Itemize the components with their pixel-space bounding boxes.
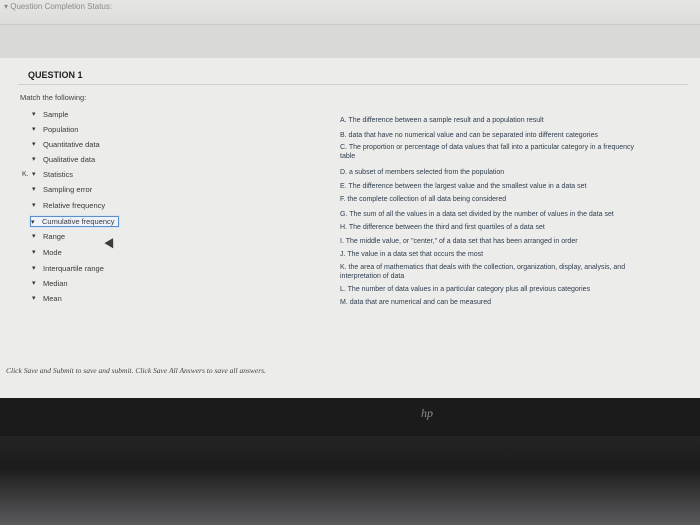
match-label: Statistics — [43, 169, 74, 179]
definition-m: M. data that are numerical and can be me… — [340, 299, 491, 306]
match-label: Qualitative data — [43, 154, 96, 164]
match-row-sample[interactable]: ▾ Sample — [22, 108, 68, 120]
definition-e: E. The difference between the largest va… — [340, 183, 587, 190]
chevron-down-icon[interactable]: ▾ — [32, 201, 40, 209]
collapse-icon: ▾ — [4, 2, 9, 11]
match-label: Sampling error — [43, 184, 93, 194]
chevron-down-icon[interactable]: ▾ — [32, 279, 40, 287]
match-row-relative-frequency[interactable]: ▾ Relative frequency — [22, 199, 105, 211]
focused-dropdown[interactable]: ▾ Cumulative frequency — [30, 215, 119, 227]
top-bar: ▾ Question Completion Status: — [0, 0, 700, 25]
definition-a: A. The difference between a sample resul… — [340, 117, 544, 124]
match-row-mode[interactable]: ▾ Mode — [22, 246, 62, 258]
completion-status[interactable]: ▾ Question Completion Status: — [4, 2, 112, 11]
definition-g: G. The sum of all the values in a data s… — [340, 211, 614, 218]
match-row-median[interactable]: ▾ Median — [22, 277, 68, 289]
question-title: QUESTION 1 — [28, 70, 83, 80]
match-row-statistics[interactable]: K. ▾ Statistics — [22, 168, 73, 180]
definition-b: B. data that have no numerical value and… — [340, 132, 598, 139]
match-row-sampling-error[interactable]: ▾ Sampling error — [22, 183, 92, 195]
match-row-cumulative-frequency[interactable]: ▾ Cumulative frequency — [18, 215, 119, 227]
match-row-quantitative-data[interactable]: ▾ Quantitative data — [22, 138, 100, 150]
match-label: Relative frequency — [43, 200, 106, 210]
definition-h: H. The difference between the third and … — [340, 224, 545, 231]
definition-d: D. a subset of members selected from the… — [340, 169, 505, 176]
match-label: Sample — [43, 109, 69, 119]
laptop-bezel-top — [0, 398, 700, 436]
match-label: Mode — [43, 247, 62, 257]
definition-f: F. the complete collection of all data b… — [340, 196, 507, 203]
match-label: Quantitative data — [43, 139, 100, 149]
match-row-population[interactable]: ▾ Population — [22, 123, 78, 135]
hp-logo: hp — [421, 406, 433, 420]
match-label: Interquartile range — [43, 263, 104, 273]
match-label: Population — [43, 124, 79, 134]
chevron-down-icon[interactable]: ▾ — [32, 155, 40, 163]
chevron-down-icon[interactable]: ▾ — [32, 140, 40, 148]
match-row-range[interactable]: ▾ Range — [22, 230, 65, 242]
completion-status-label: Question Completion Status: — [10, 2, 113, 11]
definition-l: L. The number of data values in a partic… — [340, 286, 591, 293]
chevron-down-icon[interactable]: ▾ — [32, 294, 40, 302]
selected-answer: K. — [22, 170, 29, 178]
chevron-down-icon[interactable]: ▾ — [32, 248, 40, 256]
save-instructions: Click Save and Submit to save and submit… — [6, 366, 266, 375]
question-header: QUESTION 1 — [18, 66, 688, 85]
chevron-down-icon[interactable]: ▾ — [32, 232, 40, 240]
chevron-down-icon[interactable]: ▾ — [32, 110, 40, 118]
match-row-interquartile-range[interactable]: ▾ Interquartile range — [22, 262, 104, 274]
match-label: Median — [43, 278, 68, 288]
definition-k: K. the area of mathematics that deals wi… — [340, 264, 626, 280]
match-label: Range — [43, 231, 66, 241]
match-label: Mean — [43, 293, 62, 303]
chevron-down-icon[interactable]: ▾ — [32, 170, 40, 178]
definition-j: J. The value in a data set that occurs t… — [340, 251, 484, 258]
match-label: Cumulative frequency — [42, 216, 115, 226]
chevron-down-icon[interactable]: ▾ — [32, 125, 40, 133]
definition-c: C. The proportion or percentage of data … — [340, 144, 635, 160]
definition-i: I. The middle value, or "center," of a d… — [340, 238, 578, 245]
chevron-down-icon[interactable]: ▾ — [32, 264, 40, 272]
chevron-down-icon[interactable]: ▾ — [31, 218, 39, 226]
question-instruction: Match the following: — [20, 93, 87, 102]
match-row-mean[interactable]: ▾ Mean — [22, 292, 62, 304]
match-row-qualitative-data[interactable]: ▾ Qualitative data — [22, 153, 95, 165]
chevron-down-icon[interactable]: ▾ — [32, 185, 40, 193]
